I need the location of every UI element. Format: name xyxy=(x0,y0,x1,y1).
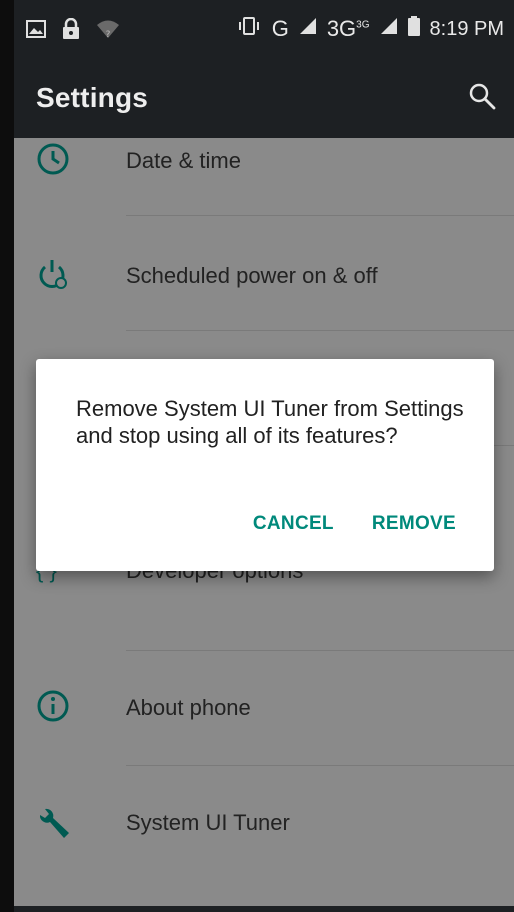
bottom-edge xyxy=(14,906,514,912)
cancel-button[interactable]: CANCEL xyxy=(253,513,334,535)
info-icon xyxy=(36,689,72,725)
search-icon[interactable] xyxy=(468,82,496,115)
network-type-3g: 3G3G xyxy=(326,16,370,41)
dialog-actions: CANCEL REMOVE xyxy=(253,513,456,535)
status-right-icons: G 3G3G 8:19 PM xyxy=(236,16,504,42)
settings-item-label: Date & time xyxy=(126,148,241,173)
network-type-g: G xyxy=(271,16,289,41)
network-sup: 3G xyxy=(356,19,370,31)
lock-icon xyxy=(62,17,80,46)
remove-button[interactable]: REMOVE xyxy=(372,513,456,535)
wrench-icon xyxy=(36,806,72,842)
status-left-icons: ? xyxy=(26,17,120,46)
settings-item-system-ui-tuner[interactable]: System UI Tuner xyxy=(14,766,514,881)
page-title: Settings xyxy=(36,82,149,113)
status-bar: ? G 3G3G 8:19 PM xyxy=(14,0,514,64)
remove-tuner-dialog: Remove System UI Tuner from Settings and… xyxy=(36,359,494,571)
settings-item-label: Scheduled power on & off xyxy=(126,263,378,288)
settings-item-about-phone[interactable]: About phone xyxy=(14,651,514,766)
signal-icon xyxy=(299,17,317,41)
vibrate-icon xyxy=(236,16,262,42)
settings-item-scheduled-power[interactable]: Scheduled power on & off xyxy=(14,216,514,331)
power-schedule-icon xyxy=(36,256,72,292)
dialog-message: Remove System UI Tuner from Settings and… xyxy=(76,396,464,448)
battery-icon xyxy=(407,16,420,42)
settings-item-date-time[interactable]: Date & time xyxy=(14,138,514,216)
signal-icon-2 xyxy=(380,17,398,41)
clock-time: 8:19 PM xyxy=(429,17,504,40)
svg-text:?: ? xyxy=(106,30,111,39)
settings-item-label: About phone xyxy=(126,695,251,720)
image-icon xyxy=(26,20,46,44)
app-toolbar: Settings xyxy=(14,64,514,138)
clock-icon xyxy=(36,142,72,178)
phone-screen: ? G 3G3G 8:19 PM Settings Date & time Sc… xyxy=(14,0,514,912)
wifi-icon: ? xyxy=(96,19,120,45)
settings-item-label: System UI Tuner xyxy=(126,810,290,835)
